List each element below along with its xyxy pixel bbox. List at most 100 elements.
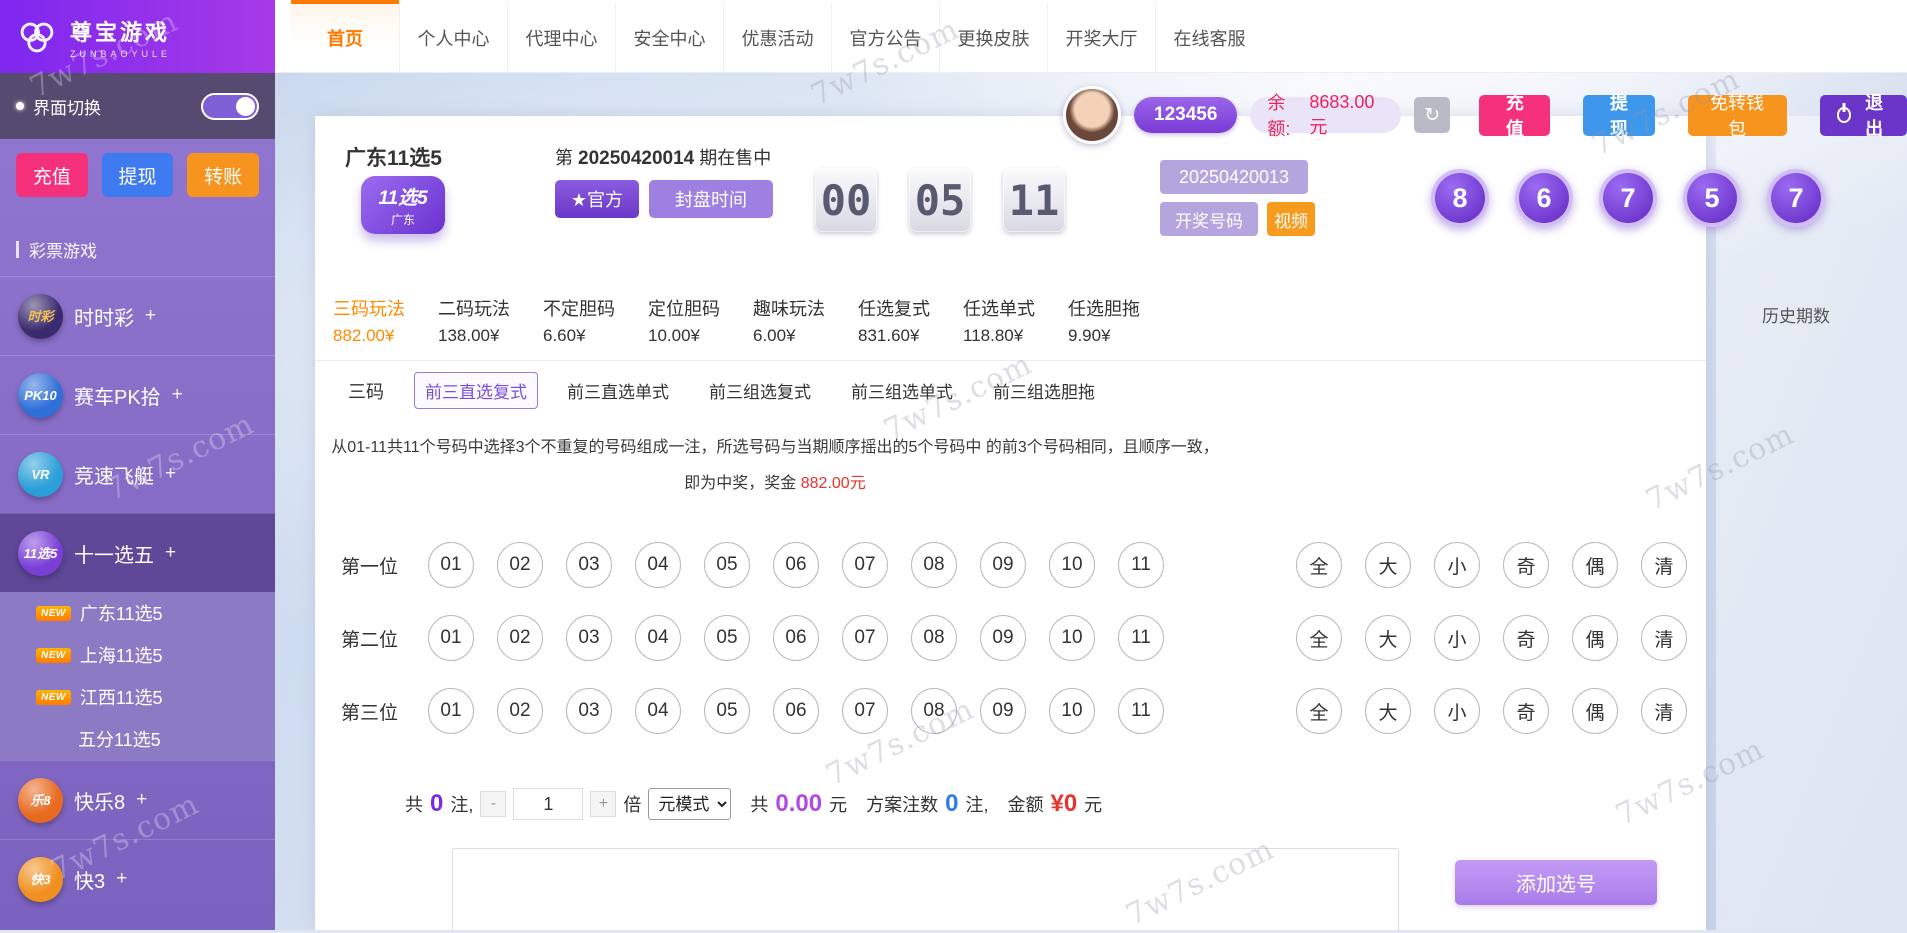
username-badge[interactable]: 123456 xyxy=(1134,97,1238,133)
number-ball-06[interactable]: 06 xyxy=(773,688,819,734)
sidebar-item-kuai3[interactable]: 快3 快3 + xyxy=(0,839,275,918)
mode-select[interactable]: 元模式 xyxy=(648,788,732,820)
draw-numbers-button[interactable]: 开奖号码 xyxy=(1160,202,1258,236)
recharge-button[interactable]: 充 值 xyxy=(1479,93,1551,139)
sidebar-item-shishicai[interactable]: 时彩 时时彩 + xyxy=(0,276,275,355)
quick-pick-clear[interactable]: 清 xyxy=(1641,688,1687,734)
number-ball-10[interactable]: 10 xyxy=(1049,542,1095,588)
number-ball-04[interactable]: 04 xyxy=(635,615,681,661)
sub-tab-front3-group-duplex[interactable]: 前三组选复式 xyxy=(698,372,822,409)
play-tab-any-dan[interactable]: 不定胆码 6.60¥ xyxy=(529,281,634,360)
nav-tab-personal-center[interactable]: 个人中心 xyxy=(399,0,507,72)
logout-button[interactable]: 退出 xyxy=(1819,93,1907,139)
play-tab-optional-duplex[interactable]: 任选复式 831.60¥ xyxy=(844,281,949,360)
number-ball-06[interactable]: 06 xyxy=(773,615,819,661)
play-tab-optional-single[interactable]: 任选单式 118.80¥ xyxy=(949,281,1054,360)
number-ball-09[interactable]: 09 xyxy=(980,542,1026,588)
number-ball-02[interactable]: 02 xyxy=(497,542,543,588)
quick-pick-small[interactable]: 小 xyxy=(1434,688,1480,734)
quick-pick-clear[interactable]: 清 xyxy=(1641,542,1687,588)
number-ball-01[interactable]: 01 xyxy=(428,688,474,734)
number-ball-03[interactable]: 03 xyxy=(566,615,612,661)
number-ball-05[interactable]: 05 xyxy=(704,615,750,661)
sidebar-subitem-guangdong-11x5[interactable]: NEW 广东11选5 xyxy=(0,592,275,634)
add-selection-button[interactable]: 添加选号 xyxy=(1455,860,1657,905)
avatar[interactable] xyxy=(1063,86,1121,144)
quick-pick-big[interactable]: 大 xyxy=(1365,615,1411,661)
quick-pick-small[interactable]: 小 xyxy=(1434,615,1480,661)
number-ball-09[interactable]: 09 xyxy=(980,688,1026,734)
sidebar-transfer-button[interactable]: 转账 xyxy=(187,153,260,197)
nav-tab-change-skin[interactable]: 更换皮肤 xyxy=(939,0,1047,72)
sidebar-item-pk10[interactable]: PK10 赛车PK拾 + xyxy=(0,355,275,434)
number-ball-05[interactable]: 05 xyxy=(704,542,750,588)
number-ball-11[interactable]: 11 xyxy=(1118,542,1164,588)
sidebar-subitem-jiangxi-11x5[interactable]: NEW 江西11选5 xyxy=(0,676,275,718)
sub-tab-front3-group-dantuo[interactable]: 前三组选胆拖 xyxy=(982,372,1106,409)
number-ball-02[interactable]: 02 xyxy=(497,615,543,661)
quick-pick-big[interactable]: 大 xyxy=(1365,542,1411,588)
quick-pick-even[interactable]: 偶 xyxy=(1572,615,1618,661)
quick-pick-clear[interactable]: 清 xyxy=(1641,615,1687,661)
sub-tab-front3-direct-single[interactable]: 前三直选单式 xyxy=(556,372,680,409)
number-ball-08[interactable]: 08 xyxy=(911,615,957,661)
nav-tab-agent-center[interactable]: 代理中心 xyxy=(507,0,615,72)
number-ball-07[interactable]: 07 xyxy=(842,542,888,588)
multiplier-input[interactable] xyxy=(513,788,584,820)
sidebar-subitem-shanghai-11x5[interactable]: NEW 上海11选5 xyxy=(0,634,275,676)
quick-pick-even[interactable]: 偶 xyxy=(1572,688,1618,734)
sub-tab-front3-group-single[interactable]: 前三组选单式 xyxy=(840,372,964,409)
quick-pick-big[interactable]: 大 xyxy=(1365,688,1411,734)
nav-tab-home[interactable]: 首页 xyxy=(291,0,399,72)
decrease-multiplier-button[interactable]: - xyxy=(480,791,507,817)
nav-tab-lottery-hall[interactable]: 开奖大厅 xyxy=(1047,0,1155,72)
official-button[interactable]: ★官方 xyxy=(555,180,639,218)
play-tab-three-code[interactable]: 三码玩法 882.00¥ xyxy=(319,281,424,360)
ui-switch-toggle[interactable] xyxy=(201,92,259,120)
nav-tab-promotions[interactable]: 优惠活动 xyxy=(723,0,831,72)
number-ball-11[interactable]: 11 xyxy=(1118,688,1164,734)
number-ball-06[interactable]: 06 xyxy=(773,542,819,588)
quick-pick-small[interactable]: 小 xyxy=(1434,542,1480,588)
sidebar-recharge-button[interactable]: 充值 xyxy=(16,153,88,197)
play-tab-two-code[interactable]: 二码玩法 138.00¥ xyxy=(424,281,529,360)
increase-multiplier-button[interactable]: + xyxy=(590,791,617,817)
withdraw-button[interactable]: 提 现 xyxy=(1583,93,1655,139)
number-ball-10[interactable]: 10 xyxy=(1049,688,1095,734)
number-ball-08[interactable]: 08 xyxy=(911,688,957,734)
number-ball-01[interactable]: 01 xyxy=(428,542,474,588)
quick-pick-odd[interactable]: 奇 xyxy=(1503,542,1549,588)
sidebar-item-11x5[interactable]: 11选5 十一选五 + xyxy=(0,513,275,592)
number-ball-09[interactable]: 09 xyxy=(980,615,1026,661)
number-ball-07[interactable]: 07 xyxy=(842,615,888,661)
nav-tab-security-center[interactable]: 安全中心 xyxy=(615,0,723,72)
number-ball-11[interactable]: 11 xyxy=(1118,615,1164,661)
number-ball-07[interactable]: 07 xyxy=(842,688,888,734)
number-ball-01[interactable]: 01 xyxy=(428,615,474,661)
number-ball-04[interactable]: 04 xyxy=(635,688,681,734)
nav-tab-announcements[interactable]: 官方公告 xyxy=(831,0,939,72)
quick-pick-all[interactable]: 全 xyxy=(1296,615,1342,661)
refresh-balance-button[interactable]: ↻ xyxy=(1414,97,1451,133)
manual-numbers-textarea[interactable] xyxy=(452,848,1399,930)
play-tab-optional-dantuo[interactable]: 任选胆拖 9.90¥ xyxy=(1054,281,1159,360)
nav-tab-customer-service[interactable]: 在线客服 xyxy=(1155,0,1263,72)
sidebar-withdraw-button[interactable]: 提现 xyxy=(101,153,174,197)
play-tab-position-dan[interactable]: 定位胆码 10.00¥ xyxy=(634,281,739,360)
number-ball-05[interactable]: 05 xyxy=(704,688,750,734)
brand-header[interactable]: 尊宝游戏 ZUNBAOYULE xyxy=(0,0,275,73)
play-tab-fun-play[interactable]: 趣味玩法 6.00¥ xyxy=(739,281,844,360)
sub-tab-front3-direct-duplex[interactable]: 前三直选复式 xyxy=(414,372,538,409)
quick-pick-odd[interactable]: 奇 xyxy=(1503,688,1549,734)
sidebar-subitem-wufen-11x5[interactable]: 五分11选5 xyxy=(0,718,275,760)
quick-pick-all[interactable]: 全 xyxy=(1296,688,1342,734)
close-time-button[interactable]: 封盘时间 xyxy=(649,180,773,218)
sidebar-item-speedboat[interactable]: VR 竞速飞艇 + xyxy=(0,434,275,513)
number-ball-03[interactable]: 03 xyxy=(566,688,612,734)
free-wallet-button[interactable]: 免转钱包 xyxy=(1687,93,1787,139)
quick-pick-even[interactable]: 偶 xyxy=(1572,542,1618,588)
quick-pick-all[interactable]: 全 xyxy=(1296,542,1342,588)
number-ball-02[interactable]: 02 xyxy=(497,688,543,734)
sidebar-item-kuaile8[interactable]: 乐8 快乐8 + xyxy=(0,760,275,839)
video-button[interactable]: 视频 xyxy=(1267,202,1315,236)
